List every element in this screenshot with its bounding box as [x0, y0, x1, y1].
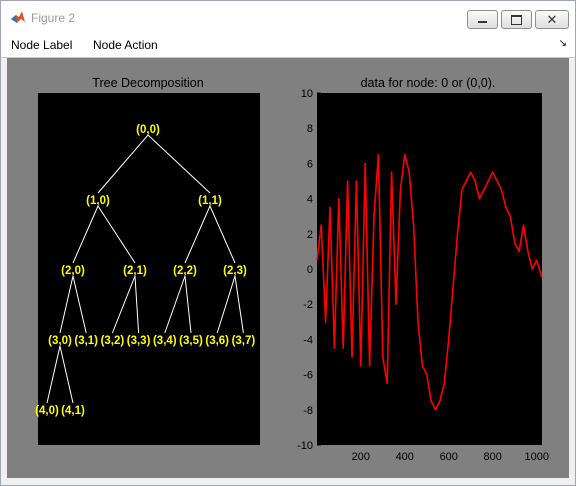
- y-tick-label: -10: [297, 440, 313, 452]
- y-tick-label: 0: [307, 264, 313, 276]
- x-tick-label: 800: [484, 451, 502, 463]
- close-button[interactable]: ✕: [535, 10, 569, 29]
- tree-node-label[interactable]: (3,4): [153, 335, 177, 347]
- tree-node-label[interactable]: (3,5): [179, 335, 203, 347]
- maximize-button[interactable]: [501, 10, 532, 29]
- tree-node-label[interactable]: (3,2): [101, 335, 125, 347]
- tree-title: Tree Decomposition: [92, 76, 203, 90]
- x-tick-label: 1000: [524, 451, 548, 463]
- tree-node-label[interactable]: (3,6): [205, 335, 229, 347]
- tree-node-label[interactable]: (2,1): [123, 265, 147, 277]
- figure-svg: Tree Decomposition (0,0) (1,0) (1,1) (2,0) (…: [35, 76, 549, 463]
- tree-node-label[interactable]: (1,0): [86, 195, 110, 207]
- tree-node-label[interactable]: (3,7): [232, 335, 256, 347]
- x-tick-label: 200: [352, 451, 370, 463]
- tree-node-label[interactable]: (4,1): [61, 405, 85, 417]
- figure-canvas: Tree Decomposition (0,0) (1,0) (1,1) (2,0) (…: [7, 58, 569, 478]
- minimize-icon: [478, 21, 487, 23]
- title-bar[interactable]: Figure 2 ✕: [1, 1, 575, 33]
- y-tick-label: -4: [303, 334, 313, 346]
- y-tick-label: -2: [303, 299, 313, 311]
- menu-node-label[interactable]: Node Label: [11, 38, 72, 52]
- tree-node-label[interactable]: (3,1): [74, 335, 98, 347]
- tree-node-label[interactable]: (1,1): [198, 195, 222, 207]
- window-title: Figure 2: [31, 11, 76, 25]
- dock-arrow-icon[interactable]: ↘: [559, 38, 567, 49]
- close-icon: ✕: [546, 11, 558, 27]
- tree-node-label[interactable]: (2,3): [223, 265, 247, 277]
- y-tick-label: 6: [307, 158, 313, 170]
- y-tick-label: 2: [307, 229, 313, 241]
- matlab-logo-icon: [11, 11, 25, 23]
- signal-plot-title: data for node: 0 or (0,0).: [361, 76, 496, 90]
- tree-node-label[interactable]: (2,2): [173, 265, 197, 277]
- y-tick-label: 8: [307, 123, 313, 135]
- x-tick-label: 400: [396, 451, 414, 463]
- tree-node-label[interactable]: (2,0): [61, 265, 85, 277]
- menu-bar: Node Label Node Action ↘: [1, 33, 575, 58]
- menu-node-action[interactable]: Node Action: [93, 38, 158, 52]
- y-tick-label: -8: [303, 405, 313, 417]
- maximize-icon: [511, 14, 522, 25]
- y-tick-label: 4: [307, 194, 313, 206]
- x-tick-label: 600: [440, 451, 458, 463]
- y-tick-label: 10: [301, 88, 313, 100]
- tree-node-label[interactable]: (3,0): [48, 335, 72, 347]
- y-tick-label: -6: [303, 370, 313, 382]
- tree-node-label[interactable]: (4,0): [35, 405, 59, 417]
- tree-node-label[interactable]: (0,0): [136, 124, 160, 136]
- minimize-button[interactable]: [467, 10, 498, 29]
- figure-window: Figure 2 ✕ Node Label Node Action ↘ Tree…: [0, 0, 576, 486]
- tree-node-label[interactable]: (3,3): [127, 335, 151, 347]
